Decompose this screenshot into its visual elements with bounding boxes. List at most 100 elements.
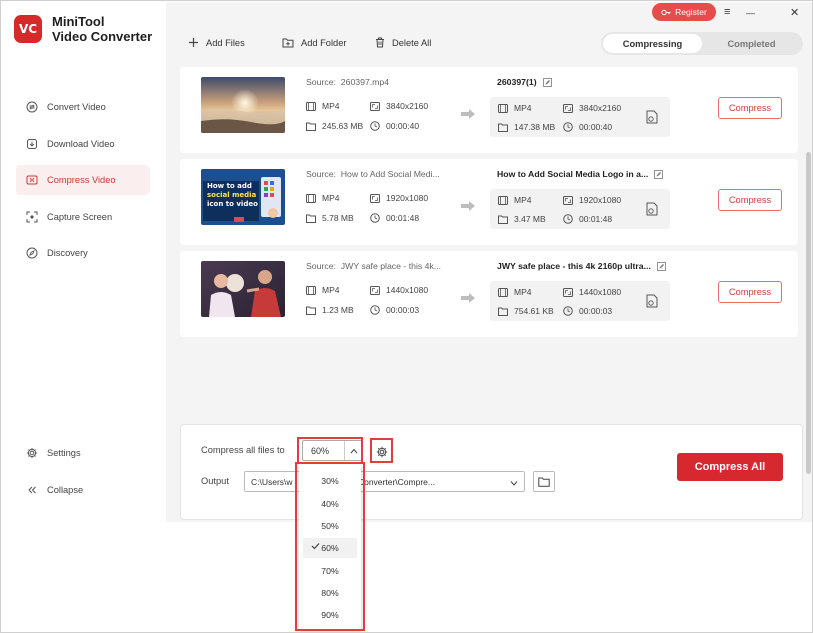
format-value: MP4	[322, 101, 340, 111]
capture-icon	[25, 210, 38, 223]
output-size: 3.47 MB	[498, 214, 546, 224]
edit-icon[interactable]	[542, 77, 552, 87]
output-size: 147.38 MB	[498, 122, 555, 132]
add-folder-button[interactable]: Add Folder	[282, 37, 346, 48]
browse-folder-button[interactable]	[533, 471, 555, 492]
close-icon[interactable]: ✕	[790, 6, 799, 19]
output-filename: JWY safe place - this 4k 2160p ultra...	[497, 261, 651, 271]
size-value: 5.78 MB	[322, 213, 354, 223]
delete-all-label: Delete All	[392, 37, 432, 48]
gear-button-highlight	[370, 438, 393, 463]
size-value: 754.61 KB	[514, 306, 554, 316]
duration-value: 00:00:40	[579, 122, 613, 132]
sidebar-item-collapse[interactable]: Collapse	[16, 475, 150, 505]
size-value: 3.47 MB	[514, 214, 546, 224]
arrow-right-icon	[461, 293, 475, 305]
format-value: MP4	[322, 193, 340, 203]
sidebar-item-convert-video[interactable]: Convert Video	[16, 92, 150, 122]
tab-completed[interactable]: Completed	[702, 34, 801, 53]
key-icon	[661, 9, 671, 15]
file-card: Source: JWY safe place - this 4k... MP4 …	[180, 251, 798, 337]
sidebar-item-label: Collapse	[47, 484, 84, 495]
folder-icon	[306, 214, 316, 223]
output-resolution: 3840x2160	[563, 103, 621, 113]
gear-icon	[25, 447, 38, 460]
output-settings-icon[interactable]	[646, 294, 658, 310]
output-name: 260397(1)	[497, 77, 552, 87]
output-filename: How to Add Social Media Logo in a...	[497, 169, 649, 179]
minimize-icon[interactable]: —	[746, 8, 755, 18]
compress-button[interactable]: Compress	[718, 281, 782, 303]
scrollbar[interactable]	[806, 152, 811, 474]
output-name: How to Add Social Media Logo in a...	[497, 169, 664, 179]
tab-compressing[interactable]: Compressing	[603, 34, 702, 53]
output-duration: 00:01:48	[563, 214, 612, 224]
output-resolution: 1440x1080	[563, 287, 621, 297]
folder-icon	[538, 477, 550, 487]
resolution-value: 3840x2160	[386, 101, 429, 111]
add-folder-label: Add Folder	[301, 37, 347, 48]
edit-icon[interactable]	[656, 261, 666, 271]
sidebar-item-discovery[interactable]: Discovery	[16, 238, 150, 268]
source-filename: JWY safe place - this 4k...	[340, 261, 442, 271]
film-icon	[498, 103, 508, 113]
compress-all-button[interactable]: Compress All	[677, 453, 783, 481]
arrow-right-icon	[461, 201, 475, 213]
edit-icon[interactable]	[654, 169, 664, 179]
sidebar-item-label: Settings	[47, 448, 81, 458]
thumbnail-line: icon to video	[207, 200, 258, 208]
source-resolution: 1920x1080	[370, 193, 428, 203]
size-value: 147.38 MB	[514, 122, 556, 132]
sidebar-item-capture-screen[interactable]: Capture Screen	[16, 202, 150, 232]
output-path-select[interactable]: C:\Users\w iniTool Video Converter\Compre…	[244, 471, 525, 492]
file-card: How to add social media icon to video So…	[180, 159, 798, 245]
compress-button[interactable]: Compress	[718, 189, 782, 211]
output-duration: 00:00:40	[563, 122, 612, 132]
compress-all-label: Compress all files to	[201, 445, 285, 455]
menu-icon[interactable]: ≡	[724, 6, 730, 18]
resolution-icon	[370, 101, 380, 111]
add-files-button[interactable]: Add Files	[188, 37, 245, 48]
app-name-line1: MiniTool	[52, 14, 105, 29]
thumbnail-line: social media	[207, 191, 257, 199]
source-duration: 00:01:48	[370, 213, 419, 223]
sidebar-item-label: Download Video	[47, 138, 115, 149]
arrow-right-icon	[461, 109, 475, 121]
compress-settings-panel: Compress all files to 60% Output C:\User…	[180, 424, 803, 520]
resolution-icon	[563, 195, 573, 205]
film-icon	[306, 101, 316, 111]
app-logo: VC MiniTool Video Converter	[14, 14, 152, 44]
source-label: Source:	[306, 261, 336, 271]
duration-value: 00:00:40	[386, 121, 420, 131]
output-settings-icon[interactable]	[646, 202, 658, 218]
delete-all-button[interactable]: Delete All	[375, 37, 431, 48]
source-resolution: 1440x1080	[370, 285, 428, 295]
trash-icon	[376, 37, 384, 48]
clock-icon	[563, 306, 573, 316]
app-window: VC MiniTool Video Converter Convert Vide…	[0, 0, 813, 633]
video-thumbnail	[201, 77, 285, 133]
percent-select-highlight	[297, 437, 363, 464]
file-card: Source: 260397.mp4 MP4 3840x2160 245.63 …	[180, 67, 798, 153]
sidebar-item-compress-video[interactable]: Compress Video	[16, 165, 150, 195]
logo-mark: VC	[14, 15, 42, 43]
output-label: Output	[201, 476, 229, 486]
video-thumbnail: How to add social media icon to video	[201, 169, 285, 225]
duration-value: 00:01:48	[386, 213, 420, 223]
source-resolution: 3840x2160	[370, 101, 428, 111]
register-button[interactable]: Register	[652, 3, 716, 21]
sidebar-item-download-video[interactable]: Download Video	[16, 129, 150, 159]
source-duration: 00:00:03	[370, 305, 419, 315]
double-chevron-left-icon	[25, 483, 38, 496]
sidebar-item-settings[interactable]: Settings	[16, 438, 150, 468]
output-settings-icon[interactable]	[646, 110, 658, 126]
chevron-down-icon	[510, 478, 518, 488]
output-format: MP4	[498, 195, 531, 205]
duration-value: 00:00:03	[579, 306, 613, 316]
format-value: MP4	[514, 195, 532, 205]
folder-icon	[306, 122, 316, 131]
app-name: MiniTool Video Converter	[52, 14, 152, 44]
film-icon	[306, 193, 316, 203]
compress-button[interactable]: Compress	[718, 97, 782, 119]
source-label: Source:	[306, 169, 336, 179]
